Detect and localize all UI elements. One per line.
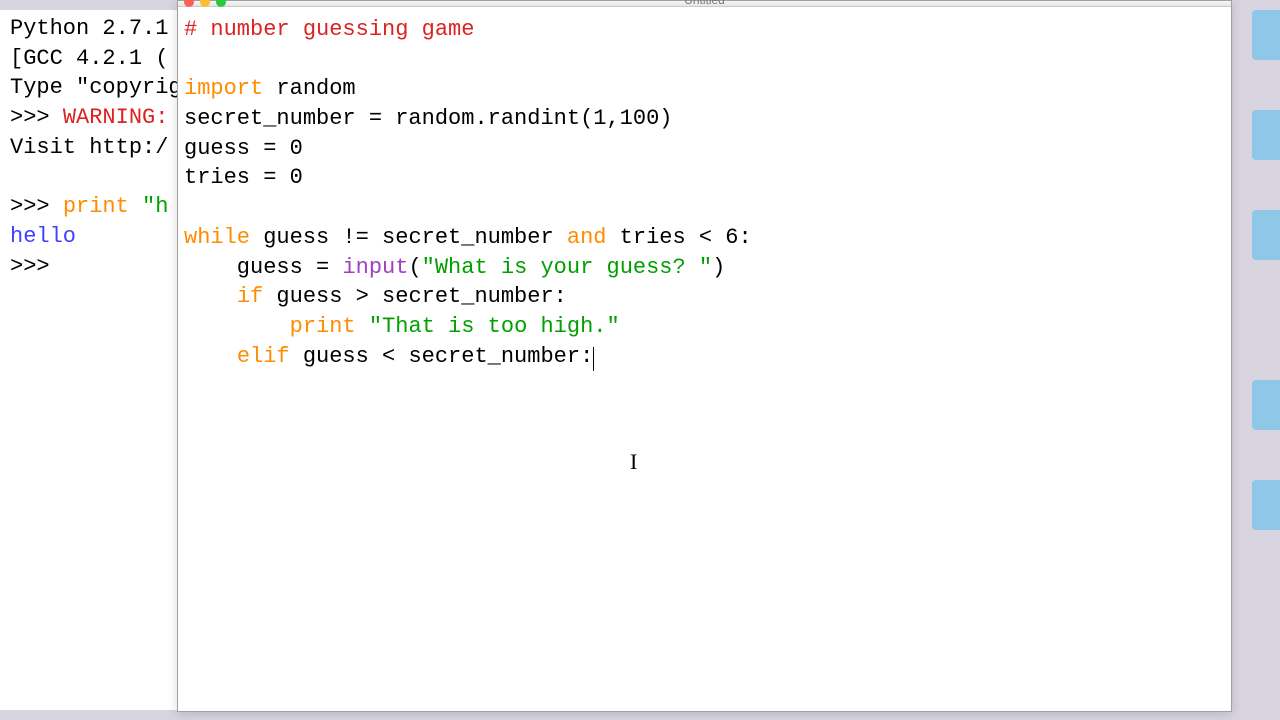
import-keyword: import [184,76,263,101]
and-keyword: and [567,225,607,250]
traffic-lights [184,0,226,7]
shell-warning: WARNING: [63,105,169,130]
code-text: guess > secret_number: [263,284,567,309]
string-literal: "h [142,194,168,219]
shell-text [129,194,142,219]
code-editor[interactable]: # number guessing game import random sec… [178,7,1231,711]
code-text [184,284,237,309]
code-text: tries < 6: [606,225,751,250]
shell-gcc-line: [GCC 4.2.1 ( [10,46,168,71]
print-keyword: print [63,194,129,219]
shell-prompt: >>> [10,194,63,219]
shell-prompt[interactable]: >>> [10,254,63,279]
print-keyword: print [290,314,356,339]
desktop-tab [1252,10,1280,60]
maximize-icon[interactable] [216,0,226,7]
code-text: guess != secret_number [250,225,567,250]
string-literal: "What is your guess? " [422,255,712,280]
desktop-background-tabs [1240,0,1280,720]
while-keyword: while [184,225,250,250]
desktop-tab [1252,210,1280,260]
ibeam-cursor-icon: I [630,447,637,477]
code-comment: # number guessing game [184,17,474,42]
code-text: tries = 0 [184,165,303,190]
close-icon[interactable] [184,0,194,7]
code-text: secret_number = random.randint(1,100) [184,106,672,131]
desktop-tab [1252,480,1280,530]
code-text [184,344,237,369]
desktop-tab [1252,110,1280,160]
code-text: guess = 0 [184,136,303,161]
string-literal: "That is too high." [369,314,620,339]
desktop-tab [1252,380,1280,430]
minimize-icon[interactable] [200,0,210,7]
code-text [184,314,290,339]
code-text: guess < secret_number: [290,344,594,369]
shell-type-line: Type "copyrig [10,75,178,100]
shell-version-line: Python 2.7.1 [10,16,168,41]
shell-visit-line: Visit http:/ [10,135,168,160]
window-title: Untitled [684,0,725,7]
elif-keyword: elif [237,344,290,369]
code-text [356,314,369,339]
code-text: random [263,76,355,101]
text-cursor [593,347,594,371]
code-text: ) [712,255,725,280]
if-keyword: if [237,284,263,309]
code-text: ( [408,255,421,280]
editor-window[interactable]: Untitled # number guessing game import r… [177,0,1232,712]
python-shell-window[interactable]: Python 2.7.1 [GCC 4.2.1 ( Type "copyrig … [0,10,178,710]
input-builtin: input [342,255,408,280]
shell-prompt: >>> [10,105,63,130]
shell-output: hello [10,224,76,249]
code-text: guess = [184,255,342,280]
